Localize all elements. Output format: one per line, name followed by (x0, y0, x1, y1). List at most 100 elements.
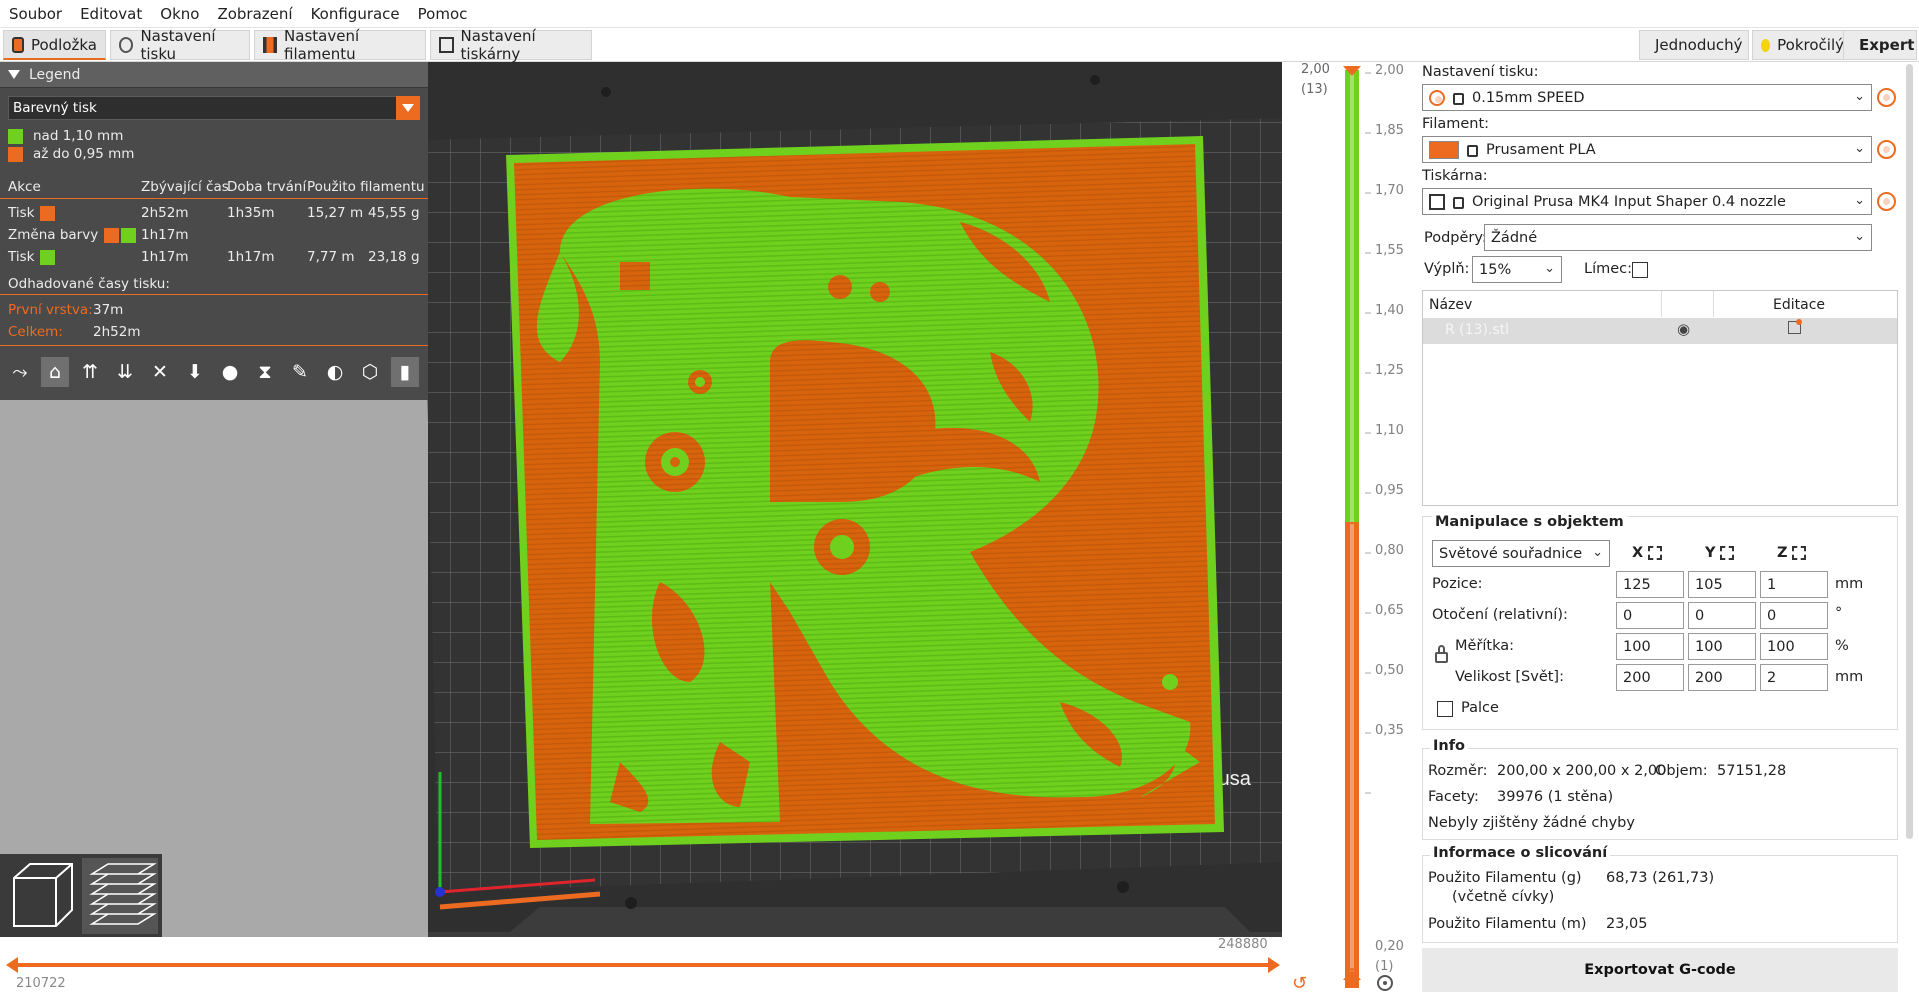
menu-window[interactable]: Okno (151, 5, 208, 23)
table-row: Změna barvy (8, 227, 137, 243)
view-type-select[interactable]: Barevný tisk (8, 96, 420, 120)
facets-value: 39976 (1 stěna) (1497, 789, 1614, 805)
sidebar-scrollbar[interactable] (1906, 64, 1913, 839)
tab-print-settings[interactable]: Nastavení tisku (110, 27, 250, 63)
menu-help[interactable]: Pomoc (409, 5, 477, 23)
printer-icon (439, 37, 454, 53)
filament-m-value: 23,05 (1606, 916, 1648, 932)
inches-checkbox[interactable] (1437, 701, 1453, 717)
size-x-input[interactable]: 200 (1616, 664, 1684, 691)
row-action: Změna barvy (8, 227, 99, 243)
mode-label: Expert (1859, 36, 1915, 54)
shells-icon[interactable]: ⬡ (356, 357, 384, 387)
legend-range-item: až do 0,95 mm (8, 146, 134, 162)
drop-to-bed-icon[interactable] (1720, 546, 1734, 560)
pause-icon[interactable]: ⧗ (251, 357, 279, 387)
right-thumb-icon[interactable] (1268, 957, 1280, 973)
chevron-down-icon: ⌄ (1854, 89, 1865, 104)
object-list: Název Editace R (13).stl ◉ (1422, 290, 1898, 506)
legend-panel: Legend Barevný tisk nad 1,10 mm až do 0,… (0, 62, 428, 400)
rotation-y-input[interactable]: 0 (1688, 602, 1756, 629)
export-gcode-button[interactable]: Exportovat G-code (1422, 948, 1898, 992)
drop-to-bed-icon[interactable] (1648, 546, 1662, 560)
reset-icon[interactable]: ↺ (1292, 973, 1307, 994)
menu-edit[interactable]: Editovat (71, 5, 151, 23)
scale-label: Měřítka: (1455, 638, 1515, 654)
rotation-z-input[interactable]: 0 (1760, 602, 1828, 629)
green-swatch (121, 227, 137, 243)
column-header-name: Název (1429, 297, 1473, 313)
size-y-input[interactable]: 200 (1688, 664, 1756, 691)
chevron-down-icon: ⌄ (1854, 229, 1865, 244)
view-buttons-canvas (4, 858, 158, 934)
filament-edit-icon[interactable] (1877, 140, 1896, 159)
filament-select[interactable]: Prusament PLA ⌄ (1422, 136, 1872, 163)
scale-lock-icon[interactable] (1435, 652, 1448, 663)
coordinate-system-select[interactable]: Světové souřadnice ⌄ (1432, 540, 1610, 567)
supports-select[interactable]: Žádné ⌄ (1484, 224, 1872, 251)
mode-advanced-button[interactable]: Pokročilý (1752, 30, 1853, 60)
layer-slider[interactable]: 2,00 (13) 1,85 1,70 1,55 1,40 1,25 1,10 0,95 0,… (1295, 62, 1405, 995)
tab-plater[interactable]: Podložka (3, 30, 106, 60)
slider-tick-label: 1,55 (1375, 243, 1404, 258)
mode-label: Jednoduchý (1655, 36, 1743, 54)
tab-filament-settings[interactable]: Nastavení filamentu (254, 27, 426, 63)
position-x-input[interactable]: 125 (1616, 571, 1684, 598)
color-change-icon[interactable]: ● (216, 357, 244, 387)
3d-view-icon[interactable] (4, 858, 78, 934)
axis-y-label: Y (1705, 545, 1716, 561)
tool-change-icon[interactable]: ⬇ (181, 357, 209, 387)
printer-edit-icon[interactable] (1877, 192, 1896, 211)
move-slider[interactable]: 248880 210722 ↺ (0, 937, 1307, 995)
deretraction-icon[interactable]: ⇊ (111, 357, 139, 387)
table-row: Tisk (8, 205, 56, 221)
plater-icon (12, 36, 24, 53)
infill-select[interactable]: 15% ⌄ (1472, 256, 1562, 283)
travel-icon[interactable]: ⤳ (6, 357, 34, 387)
list-item[interactable]: R (13).stl ◉ (1423, 318, 1897, 344)
scale-z-input[interactable]: 100 (1760, 633, 1828, 660)
drop-to-bed-icon[interactable] (1792, 546, 1806, 560)
legend-header[interactable]: Legend (0, 62, 428, 88)
custom-gcode-icon[interactable]: ✎ (286, 357, 314, 387)
center-of-gravity-icon[interactable]: ◐ (321, 357, 349, 387)
scale-x-input[interactable]: 100 (1616, 633, 1684, 660)
mode-simple-button[interactable]: Jednoduchý (1639, 30, 1749, 60)
inches-label: Palce (1461, 700, 1499, 716)
layers-view-icon[interactable] (82, 858, 158, 934)
retraction-icon[interactable]: ⇈ (76, 357, 104, 387)
range-label: až do 0,95 mm (33, 146, 135, 162)
chevron-down-icon: ⌄ (1854, 193, 1865, 208)
column-header-edit: Editace (1773, 297, 1826, 313)
tab-label: Nastavení filamentu (284, 27, 360, 63)
menu-configuration[interactable]: Konfigurace (302, 5, 409, 23)
settings-gear-icon[interactable] (1377, 975, 1393, 991)
brim-checkbox[interactable] (1632, 262, 1648, 278)
position-y-input[interactable]: 105 (1688, 571, 1756, 598)
brim-label: Límec: (1584, 261, 1633, 277)
mode-expert-button[interactable]: Expert (1843, 30, 1917, 60)
position-z-input[interactable]: 1 (1760, 571, 1828, 598)
tab-label: Nastavení tisku (140, 27, 216, 63)
print-settings-edit-icon[interactable] (1877, 88, 1896, 107)
dropdown-arrow-icon[interactable] (396, 96, 420, 120)
column-header-duration: Doba trvání (227, 179, 307, 195)
tool-marker-icon[interactable]: ▮ (391, 357, 419, 387)
size-z-input[interactable]: 2 (1760, 664, 1828, 691)
slider-track-canvas (1343, 66, 1393, 991)
tab-printer-settings[interactable]: Nastavení tiskárny (430, 27, 592, 63)
view-toggle-panel (0, 854, 162, 938)
left-thumb-icon[interactable] (6, 957, 18, 973)
rotation-x-input[interactable]: 0 (1616, 602, 1684, 629)
printer-select[interactable]: Original Prusa MK4 Input Shaper 0.4 nozz… (1422, 188, 1872, 215)
seam-icon[interactable]: ✕ (146, 357, 174, 387)
lock-icon (1453, 196, 1464, 209)
row-weight: 23,18 g (368, 249, 420, 265)
menu-view[interactable]: Zobrazení (208, 5, 301, 23)
scale-y-input[interactable]: 100 (1688, 633, 1756, 660)
eye-icon[interactable]: ◉ (1677, 320, 1690, 338)
chevron-down-icon: ⌄ (1592, 545, 1603, 560)
wipe-icon[interactable]: ⌂ (41, 357, 69, 387)
menu-file[interactable]: Soubor (0, 5, 71, 23)
print-settings-select[interactable]: 0.15mm SPEED ⌄ (1422, 84, 1872, 111)
